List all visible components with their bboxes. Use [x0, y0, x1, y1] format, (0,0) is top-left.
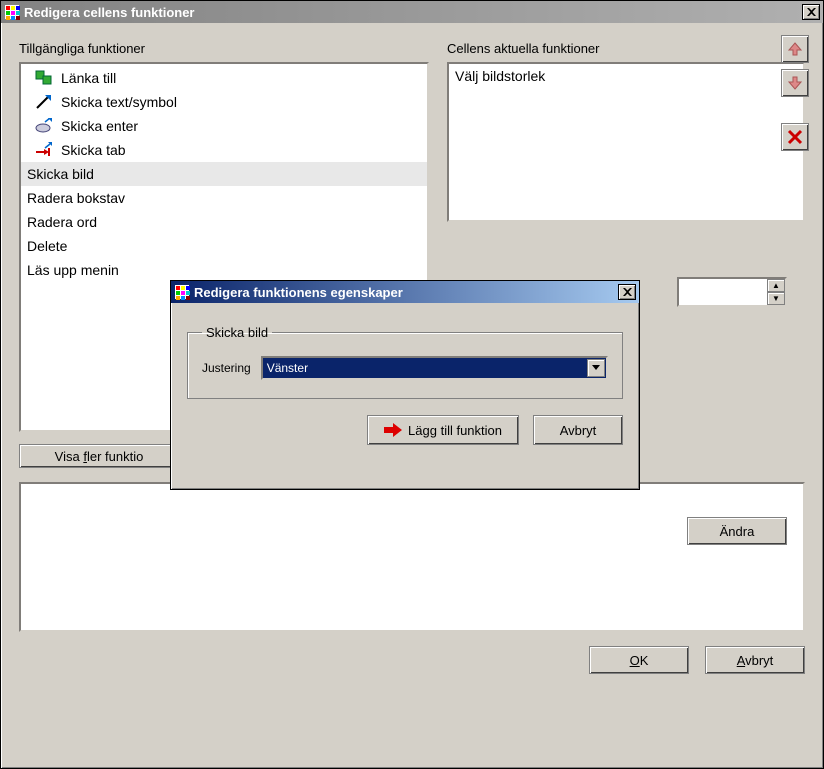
move-down-button[interactable]	[781, 69, 809, 97]
list-item-label: Välj bildstorlek	[455, 68, 545, 84]
link-icon	[33, 68, 55, 88]
delete-button[interactable]	[781, 123, 809, 151]
tab-icon	[33, 140, 55, 160]
modal-cancel-label: Avbryt	[560, 423, 597, 438]
main-titlebar: Redigera cellens funktioner	[1, 1, 823, 23]
list-item[interactable]: Skicka text/symbol	[21, 90, 427, 114]
list-item[interactable]: Skicka tab	[21, 138, 427, 162]
list-item[interactable]: Skicka bild	[21, 162, 427, 186]
x-delete-icon	[787, 129, 803, 145]
change-button[interactable]: Ändra	[687, 517, 787, 545]
main-title: Redigera cellens funktioner	[24, 5, 802, 20]
current-label: Cellens aktuella funktioner	[447, 41, 805, 56]
enter-icon	[33, 116, 55, 136]
move-up-button[interactable]	[781, 35, 809, 63]
app-grid-icon	[174, 284, 190, 300]
change-label: Ändra	[720, 524, 755, 539]
list-item-label: Skicka tab	[61, 142, 126, 158]
list-item-label: Läs upp menin	[27, 262, 119, 278]
modal-title: Redigera funktionens egenskaper	[194, 285, 618, 300]
list-item[interactable]: Välj bildstorlek	[449, 66, 803, 86]
list-item-label: Skicka enter	[61, 118, 138, 134]
modal-close-button[interactable]	[618, 284, 636, 300]
show-more-label: Visa fler funktio	[55, 449, 144, 464]
show-more-button[interactable]: Visa fler funktio	[19, 444, 179, 468]
list-item[interactable]: Radera bokstav	[21, 186, 427, 210]
list-item[interactable]: Delete	[21, 234, 427, 258]
ok-button[interactable]: OK	[589, 646, 689, 674]
list-item-label: Delete	[27, 238, 67, 254]
chevron-down-icon	[592, 365, 600, 371]
list-item-label: Skicka text/symbol	[61, 94, 177, 110]
description-textarea[interactable]	[19, 482, 805, 632]
modal-titlebar: Redigera funktionens egenskaper	[171, 281, 639, 303]
main-close-button[interactable]	[802, 4, 820, 20]
alignment-label: Justering	[202, 361, 251, 375]
dropdown-toggle[interactable]	[587, 359, 605, 377]
list-item[interactable]: Länka till	[21, 66, 427, 90]
list-item-label: Radera bokstav	[27, 190, 125, 206]
properties-dialog: Redigera funktionens egenskaper Skicka b…	[170, 280, 640, 490]
arrow-up-icon	[788, 42, 802, 56]
current-listbox[interactable]: Välj bildstorlek	[447, 62, 805, 222]
list-item[interactable]: Radera ord	[21, 210, 427, 234]
ok-label: OK	[630, 653, 649, 668]
add-function-button[interactable]: Lägg till funktion	[367, 415, 519, 445]
send-image-group: Skicka bild Justering Vänster	[187, 325, 623, 399]
group-legend: Skicka bild	[202, 325, 272, 340]
spin-up-button[interactable]: ▲	[767, 279, 785, 292]
list-item-label: Skicka bild	[27, 166, 94, 182]
numeric-spinner[interactable]: ▲ ▼	[677, 277, 787, 307]
list-item-label: Länka till	[61, 70, 116, 86]
list-item[interactable]: Läs upp menin	[21, 258, 427, 282]
spin-down-button[interactable]: ▼	[767, 292, 785, 305]
add-function-label: Lägg till funktion	[408, 423, 502, 438]
alignment-value: Vänster	[267, 361, 308, 375]
available-label: Tillgängliga funktioner	[19, 41, 429, 56]
arrow-right-icon	[384, 423, 402, 437]
close-icon	[623, 288, 632, 296]
close-icon	[807, 8, 816, 16]
app-grid-icon	[4, 4, 20, 20]
modal-cancel-button[interactable]: Avbryt	[533, 415, 623, 445]
cancel-button[interactable]: Avbryt	[705, 646, 805, 674]
arrow-down-icon	[788, 76, 802, 90]
arrow-icon	[33, 92, 55, 112]
list-item[interactable]: Skicka enter	[21, 114, 427, 138]
cancel-label: Avbryt	[737, 653, 774, 668]
list-item-label: Radera ord	[27, 214, 97, 230]
alignment-dropdown[interactable]: Vänster	[261, 356, 608, 380]
